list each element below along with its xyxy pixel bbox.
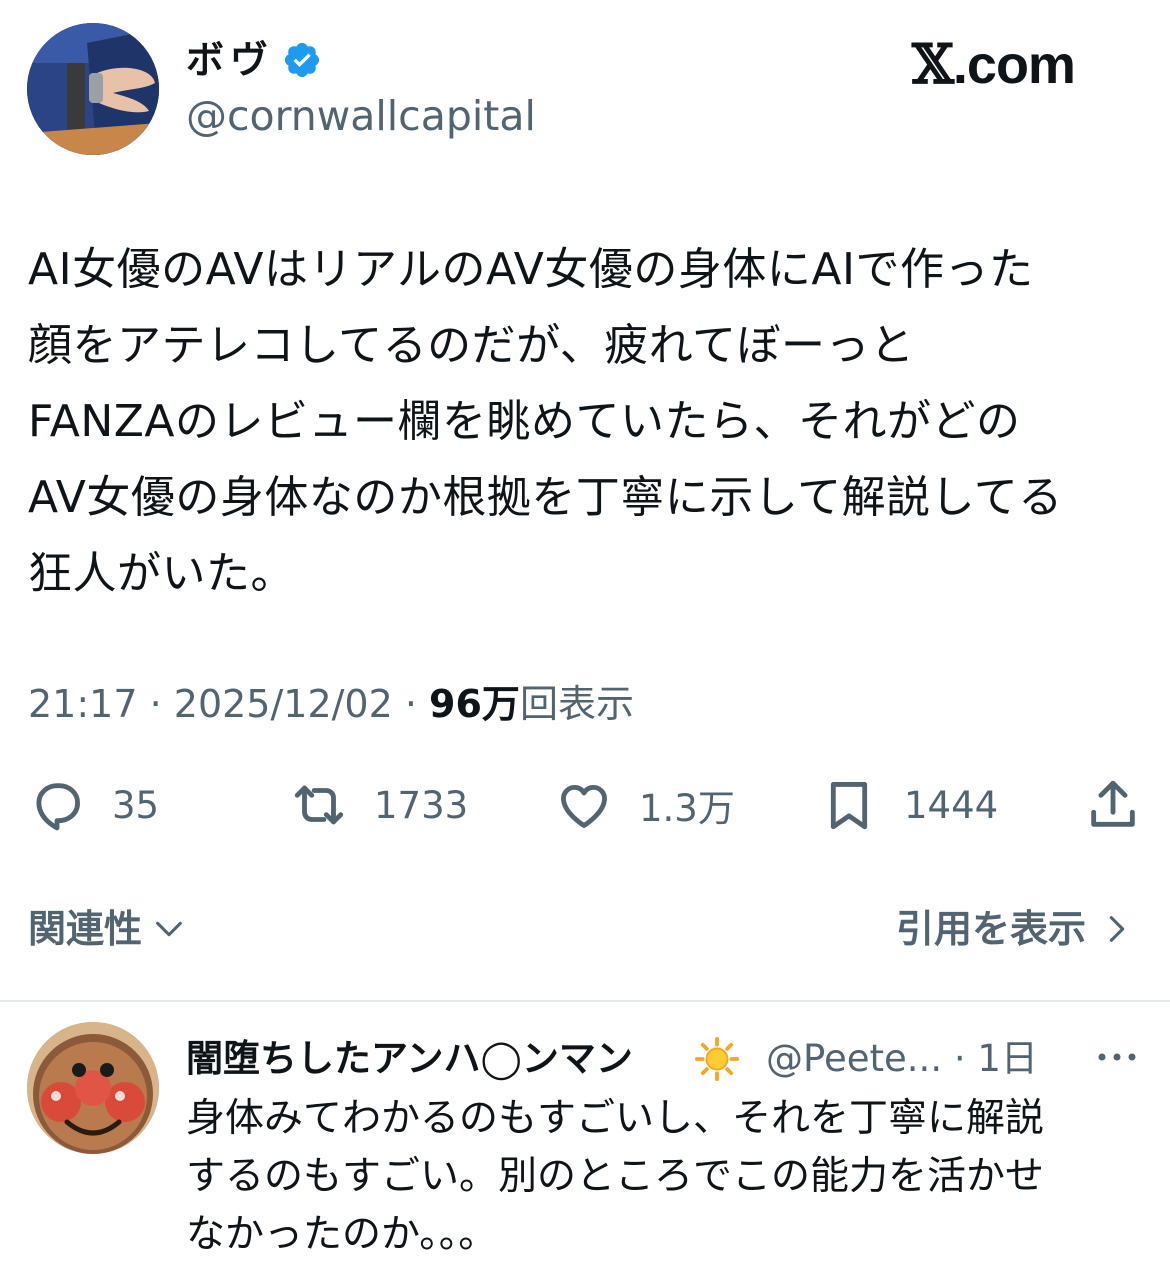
share-upload-icon (1091, 780, 1135, 827)
repost-arrows-icon (294, 785, 344, 825)
author-avatar[interactable] (27, 23, 159, 155)
view-count: 96万 (429, 682, 520, 726)
bookmark-icon (830, 782, 868, 830)
tweet-text: AI女優のAVはリアルのAV女優の身体にAIで作った 顔をアテレコしてるのだが、… (28, 244, 1063, 599)
sun-emoji-icon (694, 1036, 740, 1082)
chevron-right-icon (1109, 916, 1125, 942)
heart-icon (561, 784, 607, 828)
reply-author-avatar[interactable] (27, 1022, 159, 1154)
quotes-label: 引用を表示 (895, 907, 1086, 951)
action-bar: 35 1733 1.3万 1444 (0, 770, 1170, 840)
reply-author-name[interactable]: 闇堕ちしたアンハ◯ンマン (186, 1036, 633, 1082)
reply-time[interactable]: 1日 (977, 1037, 1038, 1080)
author-handle[interactable]: @cornwallcapital (186, 92, 536, 140)
author-display-name[interactable]: ボヴ (186, 38, 274, 82)
sort-relevance-button[interactable]: 関連性 (28, 905, 186, 953)
bookmark-button[interactable]: 1444 (820, 770, 998, 840)
repost-count: 1733 (374, 783, 469, 827)
tweet-time[interactable]: 21:17 (28, 682, 138, 726)
brand-domain: .com (952, 35, 1076, 95)
reply-text: 身体みてわかるのもすごいし、それを丁寧に解説 するのもすごい。別のところでこの能… (186, 1096, 1045, 1257)
more-dots-icon[interactable] (1094, 1040, 1140, 1074)
meta-separator: · (137, 682, 174, 726)
like-count: 1.3万 (639, 787, 735, 830)
share-button[interactable] (1084, 770, 1142, 840)
verified-badge-icon (284, 42, 320, 78)
relevance-label: 関連性 (28, 907, 143, 951)
reply-separator: · (942, 1037, 978, 1080)
x-logo-icon: 𝕏 (912, 32, 954, 96)
tweet-meta: 21:17 · 2025/12/02 · 96万回表示 (28, 680, 634, 728)
chevron-down-icon (156, 921, 182, 937)
reply-count: 35 (112, 783, 160, 827)
bookmark-count: 1444 (904, 783, 999, 827)
speech-bubble-icon (36, 783, 80, 831)
view-label: 回表示 (519, 682, 634, 726)
reply-handle-text: @Peete... (766, 1037, 943, 1080)
tweet-date[interactable]: 2025/12/02 (174, 682, 393, 726)
reply-button[interactable]: 35 (28, 770, 159, 840)
meta-separator: · (392, 682, 430, 726)
view-quotes-link[interactable]: 引用を表示 (896, 905, 1134, 953)
reply-author-handle[interactable]: @Peete... · 1日 (766, 1036, 1038, 1082)
repost-button[interactable]: 1733 (290, 770, 468, 840)
x-brand-logo: 𝕏.com (912, 32, 1076, 96)
like-button[interactable]: 1.3万 (555, 770, 735, 840)
section-divider (0, 1000, 1170, 1002)
